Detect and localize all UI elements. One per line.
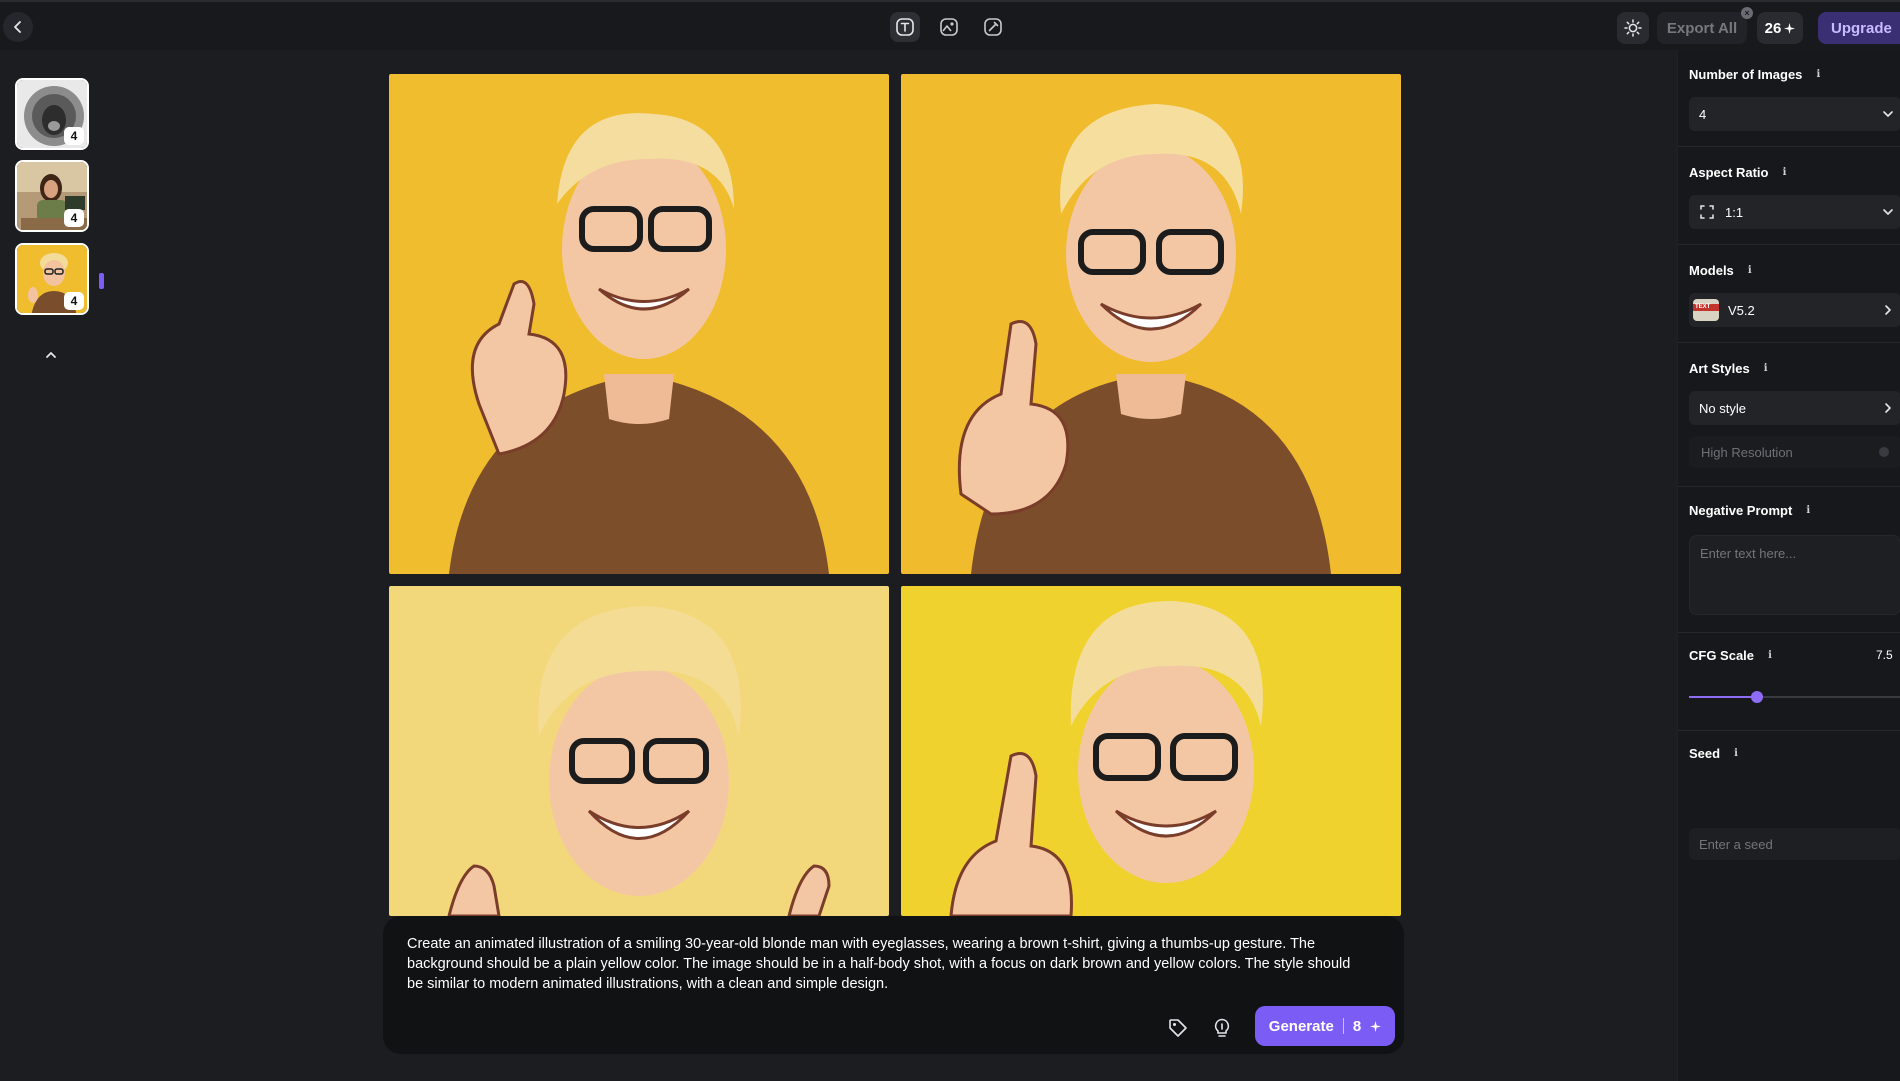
prompt-ideas-button[interactable]	[1209, 1015, 1235, 1041]
image-to-image-icon	[940, 18, 958, 36]
image-count-badge: 4	[64, 127, 84, 145]
cfg-scale-slider[interactable]	[1689, 691, 1900, 703]
history-thumb-woman[interactable]: 4	[15, 160, 89, 232]
history-thumb-lion[interactable]: 4	[15, 78, 89, 150]
model-thumbnail: TEXT	[1693, 299, 1719, 321]
aspect-ratio-icon	[1700, 205, 1714, 219]
chevron-up-icon	[46, 352, 56, 358]
prompt-panel: Create an animated illustration of a smi…	[383, 916, 1404, 1054]
cartoon-man-thumbs-up-image	[389, 74, 889, 574]
chevron-left-icon	[14, 21, 21, 33]
negative-prompt-input[interactable]	[1689, 535, 1900, 615]
art-styles-text: Art Styles	[1689, 361, 1750, 376]
info-icon[interactable]: i	[1764, 650, 1776, 662]
divider	[1678, 486, 1900, 487]
divider	[1678, 146, 1900, 147]
info-icon[interactable]: i	[1730, 748, 1742, 760]
seed-label: Seed i	[1689, 746, 1742, 761]
chevron-right-icon	[1885, 403, 1891, 413]
model-select[interactable]: TEXT V5.2	[1689, 293, 1900, 327]
models-label: Models i	[1689, 263, 1756, 278]
generate-cost: 8	[1352, 1017, 1362, 1035]
top-bar: Export All × 26 Upgrade	[0, 0, 1900, 50]
cartoon-man-thumbs-up-image	[901, 74, 1401, 574]
cartoon-man-thumbs-up-image	[901, 586, 1401, 916]
negative-prompt-label: Negative Prompt i	[1689, 503, 1814, 518]
high-resolution-toggle[interactable]: High Resolution	[1689, 436, 1900, 468]
slider-fill	[1689, 696, 1757, 698]
number-of-images-select[interactable]: 4	[1689, 97, 1900, 131]
sketch-mode-button[interactable]	[978, 12, 1008, 42]
aspect-ratio-value: 1:1	[1725, 204, 1744, 220]
image-to-image-mode-button[interactable]	[934, 12, 964, 42]
toggle-switch[interactable]	[1879, 447, 1889, 457]
settings-panel: Number of Images i 4 Aspect Ratio i 1:1 …	[1677, 50, 1900, 1081]
generated-image-3[interactable]	[389, 586, 889, 916]
art-style-value: No style	[1699, 400, 1746, 416]
number-of-images-value: 4	[1699, 106, 1707, 122]
text-to-image-icon	[896, 18, 914, 36]
divider	[1678, 342, 1900, 343]
sun-icon	[1624, 19, 1642, 37]
mode-switcher	[890, 12, 1008, 42]
sparkle-icon	[1784, 22, 1796, 34]
image-count-badge: 4	[64, 209, 84, 227]
lightbulb-icon	[1214, 1018, 1230, 1037]
chevron-down-icon	[1883, 111, 1893, 117]
close-icon[interactable]: ×	[1741, 7, 1753, 19]
divider	[1678, 244, 1900, 245]
info-icon[interactable]: i	[1778, 167, 1790, 179]
generated-image-4[interactable]	[901, 586, 1401, 916]
sparkle-icon	[1370, 1020, 1382, 1032]
generated-image-2[interactable]	[901, 74, 1401, 574]
info-icon[interactable]: i	[1760, 363, 1772, 375]
aspect-ratio-text: Aspect Ratio	[1689, 165, 1769, 180]
seed-text: Seed	[1689, 746, 1721, 761]
generated-image-1[interactable]	[389, 74, 889, 574]
number-of-images-label: Number of Images i	[1689, 67, 1824, 82]
selected-indicator	[99, 273, 104, 289]
export-all-button[interactable]: Export All	[1657, 12, 1747, 44]
tag-icon	[1169, 1019, 1187, 1037]
model-value: V5.2	[1728, 302, 1755, 318]
prompt-input[interactable]: Create an animated illustration of a smi…	[407, 934, 1367, 994]
info-icon[interactable]: i	[1812, 69, 1824, 81]
chevron-right-icon	[1885, 305, 1891, 315]
divider	[1678, 730, 1900, 731]
tag-button[interactable]	[1165, 1015, 1191, 1041]
back-button[interactable]	[3, 12, 33, 42]
credits-badge[interactable]: 26	[1757, 12, 1803, 44]
chevron-down-icon	[1883, 209, 1893, 215]
info-icon[interactable]: i	[1744, 265, 1756, 277]
generate-separator	[1342, 1018, 1344, 1034]
cfg-scale-text: CFG Scale	[1689, 648, 1755, 663]
slider-handle[interactable]	[1750, 691, 1763, 703]
sketch-icon	[984, 18, 1002, 36]
cfg-scale-label: CFG Scale i	[1689, 648, 1776, 663]
upgrade-button[interactable]: Upgrade	[1818, 12, 1900, 44]
collapse-history-button[interactable]	[40, 344, 62, 366]
art-style-select[interactable]: No style	[1689, 391, 1900, 425]
info-icon[interactable]: i	[1802, 505, 1814, 517]
cartoon-man-smiling-image	[389, 586, 889, 916]
divider	[1678, 632, 1900, 633]
cfg-scale-value: 7.5	[1876, 648, 1893, 662]
high-resolution-label: High Resolution	[1701, 444, 1793, 460]
negative-prompt-text: Negative Prompt	[1689, 503, 1793, 518]
art-styles-label: Art Styles i	[1689, 361, 1772, 376]
credits-count: 26	[1764, 19, 1782, 37]
model-thumbnail-text: TEXT	[1695, 304, 1711, 310]
aspect-ratio-label: Aspect Ratio i	[1689, 165, 1790, 180]
theme-toggle-button[interactable]	[1617, 12, 1649, 44]
text-to-image-mode-button[interactable]	[890, 12, 920, 42]
models-text: Models	[1689, 263, 1734, 278]
generate-label: Generate	[1268, 1017, 1334, 1035]
history-thumb-blonde-man[interactable]: 4	[15, 243, 89, 315]
seed-input[interactable]	[1689, 828, 1900, 860]
aspect-ratio-select[interactable]: 1:1	[1689, 195, 1900, 229]
number-of-images-text: Number of Images	[1689, 67, 1803, 82]
image-count-badge: 4	[64, 292, 84, 310]
generate-button[interactable]: Generate 8	[1255, 1006, 1395, 1046]
